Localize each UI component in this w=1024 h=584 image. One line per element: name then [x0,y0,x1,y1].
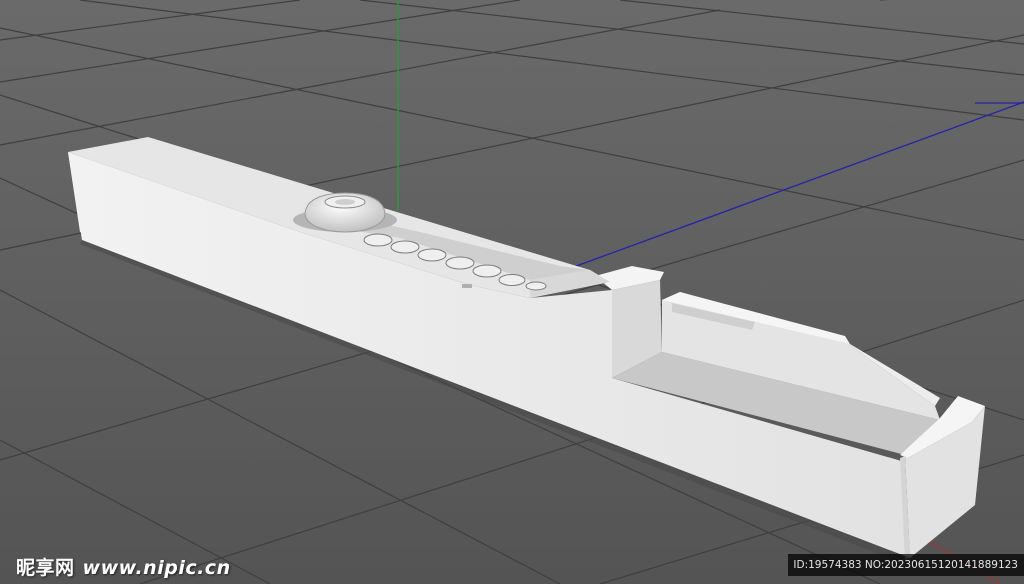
3d-viewport[interactable]: 昵享网 www.nipic.cn ID:19574383 NO:202306151… [0,0,1024,584]
model-dome-cap-inner [335,199,355,205]
model-small-tab [462,284,472,288]
viewport-scene[interactable] [0,0,1024,584]
watermark-site: 昵享网 www.nipic.cn [16,553,231,580]
watermark-id: ID:19574383 NO:20230615120141889123 [788,554,1024,576]
watermark-brand: 昵享网 [16,557,75,579]
watermark-url: www.nipic.cn [82,557,231,579]
